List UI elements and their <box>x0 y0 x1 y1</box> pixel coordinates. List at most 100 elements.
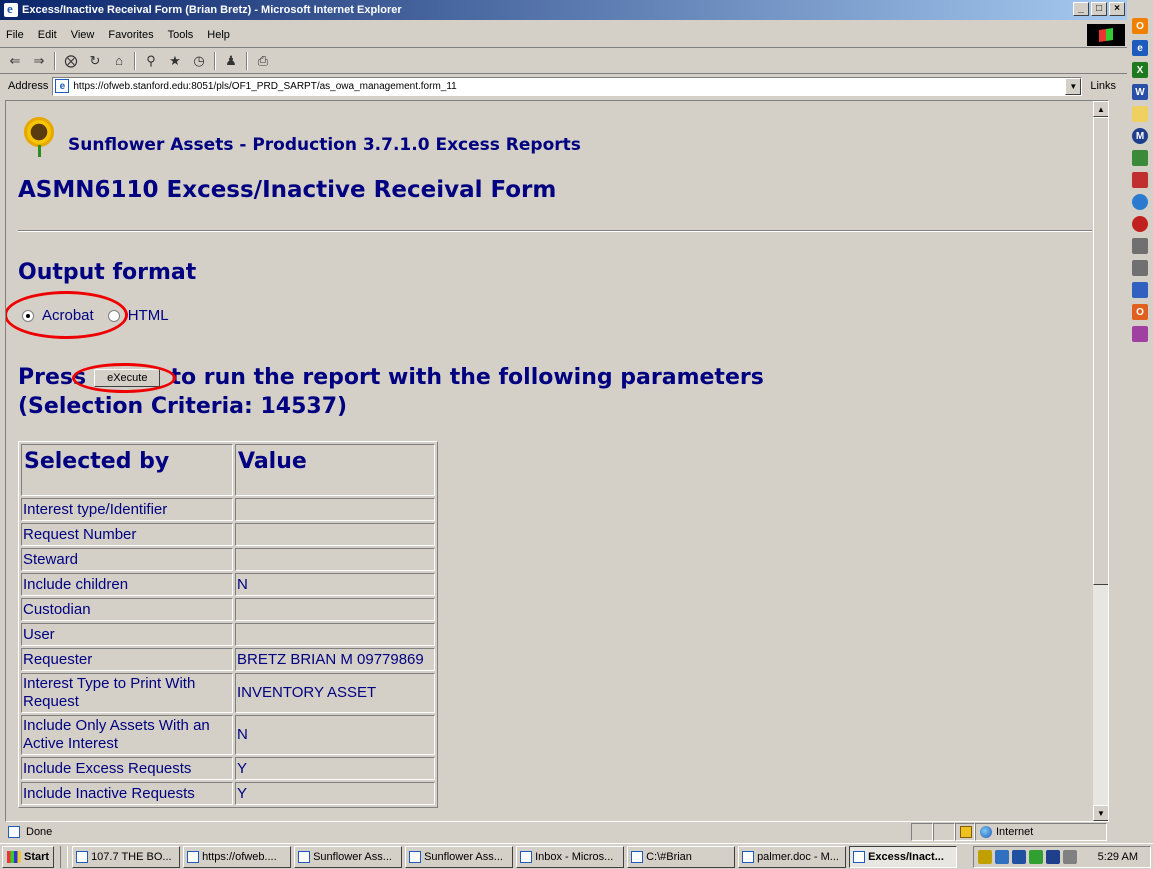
menu-tools[interactable]: Tools <box>168 29 194 41</box>
table-row: Interest Type to Print With Request INVE… <box>21 673 435 713</box>
param-value: BRETZ BRIAN M 09779869 <box>235 648 435 671</box>
address-bar: Address e https://ofweb.stanford.edu:805… <box>0 75 1127 97</box>
brand-title: Sunflower Assets - Production 3.7.1.0 Ex… <box>68 135 581 155</box>
minimize-button[interactable]: _ <box>1073 2 1089 16</box>
highlight-circle-acrobat <box>6 291 128 339</box>
links-button[interactable]: Links <box>1090 80 1116 92</box>
vertical-scrollbar[interactable]: ▲ ▼ <box>1092 101 1108 821</box>
table-header-row: Selected by Value <box>21 444 435 496</box>
volume-icon[interactable] <box>978 850 992 864</box>
task-radio[interactable]: 107.7 THE BO... <box>72 845 181 868</box>
ie-icon[interactable]: e <box>1132 40 1148 56</box>
scroll-down-icon[interactable]: ▼ <box>1093 805 1108 821</box>
favorites-icon[interactable]: ★ <box>166 52 184 70</box>
param-value: Y <box>235 782 435 805</box>
toolbar-separator <box>134 51 136 70</box>
task-word[interactable]: palmer.doc - M... <box>738 845 847 868</box>
menu-edit[interactable]: Edit <box>38 29 57 41</box>
start-button[interactable]: Start <box>2 845 55 868</box>
puzzle-icon[interactable] <box>1132 326 1148 342</box>
page-content: Sunflower Assets - Production 3.7.1.0 Ex… <box>5 100 1109 822</box>
param-key: Steward <box>21 548 233 571</box>
ie-icon <box>76 850 89 863</box>
outlook-icon[interactable]: O <box>1132 304 1148 320</box>
messenger-icon[interactable]: ♟ <box>222 52 240 70</box>
office-icon[interactable]: O <box>1132 18 1148 34</box>
html-label[interactable]: HTML <box>128 307 169 324</box>
menu-favorites[interactable]: Favorites <box>108 29 153 41</box>
param-key: Include Only Assets With an Active Inter… <box>21 715 233 755</box>
toolbar-separator <box>246 51 248 70</box>
task-sunflower-1[interactable]: Sunflower Ass... <box>294 845 403 868</box>
messenger-icon[interactable] <box>1029 850 1043 864</box>
print-icon[interactable]: ⎙ <box>254 52 272 70</box>
refresh-icon[interactable]: ↻ <box>86 52 104 70</box>
param-key: User <box>21 623 233 646</box>
task-ofweb[interactable]: https://ofweb.... <box>183 845 292 868</box>
notes-icon[interactable] <box>1132 150 1148 166</box>
drive-icon[interactable] <box>1132 260 1148 276</box>
param-key: Include Excess Requests <box>21 757 233 780</box>
page: Sunflower Assets - Production 3.7.1.0 Ex… <box>6 101 1108 821</box>
status-bar: Done Internet <box>0 823 1127 841</box>
excel-icon[interactable]: X <box>1132 62 1148 78</box>
back-icon[interactable]: ⇐ <box>6 52 24 70</box>
menu-view[interactable]: View <box>71 29 95 41</box>
page-icon: e <box>55 79 70 93</box>
menu-file[interactable]: File <box>6 29 24 41</box>
history-icon[interactable]: ◷ <box>190 52 208 70</box>
menu-bar: File Edit View Favorites Tools Help <box>0 22 1127 48</box>
app-icon[interactable] <box>1132 216 1148 232</box>
toolbar: ⇐ ⇒ ⨂ ↻ ⌂ ⚲ ★ ◷ ♟ ⎙ <box>0 48 1127 74</box>
search-icon[interactable]: ⚲ <box>142 52 160 70</box>
maximize-button[interactable]: □ <box>1091 2 1107 16</box>
menu-help[interactable]: Help <box>207 29 230 41</box>
scroll-thumb[interactable] <box>1093 117 1108 585</box>
security-zone: Internet <box>975 823 1107 841</box>
ie-icon <box>853 850 866 863</box>
status-cell <box>933 823 955 841</box>
task-folder[interactable]: C:\#Brian <box>627 845 736 868</box>
word-icon[interactable]: W <box>1132 84 1148 100</box>
mcafee-icon[interactable]: M <box>1132 128 1148 144</box>
network-icon[interactable] <box>995 850 1009 864</box>
tool-icon[interactable] <box>1132 172 1148 188</box>
office-shortcut-bar: O e X W M O <box>1129 18 1151 348</box>
network-icon[interactable] <box>1132 194 1148 210</box>
clock[interactable]: 5:29 AM <box>1098 851 1138 863</box>
highlight-circle-execute <box>72 363 176 393</box>
scroll-up-icon[interactable]: ▲ <box>1093 101 1108 117</box>
close-button[interactable]: × <box>1109 2 1125 16</box>
stop-icon[interactable]: ⨂ <box>62 52 80 70</box>
window-controls: _ □ × <box>1073 2 1125 16</box>
table-row: Request Number <box>21 523 435 546</box>
clock-app-icon[interactable] <box>1063 850 1077 864</box>
toolbar-separator <box>54 51 56 70</box>
connection-icon[interactable] <box>1012 850 1026 864</box>
antivirus-icon[interactable] <box>1046 850 1060 864</box>
selection-criteria: (Selection Criteria: 14537) <box>18 394 348 419</box>
table-row: Steward <box>21 548 435 571</box>
folder-icon[interactable] <box>1132 106 1148 122</box>
task-sunflower-2[interactable]: Sunflower Ass... <box>405 845 514 868</box>
home-icon[interactable]: ⌂ <box>110 52 128 70</box>
divider <box>18 230 1098 232</box>
address-dropdown-icon[interactable]: ▼ <box>1065 77 1082 95</box>
scanner-icon[interactable] <box>1132 238 1148 254</box>
sunflower-logo-icon <box>20 115 62 157</box>
param-key: Requester <box>21 648 233 671</box>
app-icon <box>409 850 422 863</box>
help-icon[interactable] <box>1132 282 1148 298</box>
param-value: N <box>235 715 435 755</box>
form-title: ASMN6110 Excess/Inactive Receival Form <box>18 177 557 203</box>
parameters-table: Selected by Value Interest type/Identifi… <box>18 441 438 808</box>
address-input[interactable]: e https://ofweb.stanford.edu:8051/pls/OF… <box>52 76 1083 96</box>
table-row: Include Only Assets With an Active Inter… <box>21 715 435 755</box>
task-excess-form[interactable]: Excess/Inact... <box>849 845 958 868</box>
table-row: Include Inactive Requests Y <box>21 782 435 805</box>
forward-icon[interactable]: ⇒ <box>30 52 48 70</box>
status-cells: Internet <box>911 823 1107 841</box>
task-inbox[interactable]: Inbox - Micros... <box>516 845 625 868</box>
brand-header: Sunflower Assets - Production 3.7.1.0 Ex… <box>20 115 581 157</box>
globe-icon <box>980 826 992 838</box>
